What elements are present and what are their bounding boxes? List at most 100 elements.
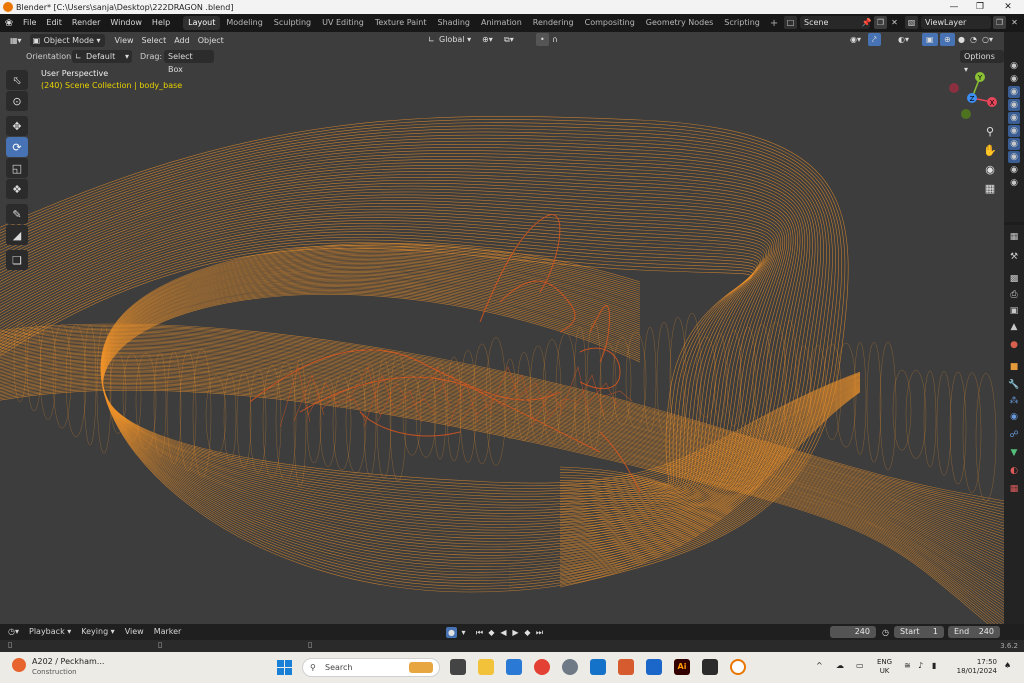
scene-selector-icon[interactable]: □ <box>784 16 797 29</box>
menu-file[interactable]: File <box>18 14 41 32</box>
tab-geometry-nodes[interactable]: Geometry Nodes <box>641 16 718 30</box>
play-icon[interactable]: ▶ <box>510 627 521 638</box>
menu-keying[interactable]: Keying ▾ <box>76 624 119 640</box>
tab-layout[interactable]: Layout <box>183 16 221 30</box>
navigation-gizmo[interactable]: Y X Z <box>944 68 1004 128</box>
camera-visibility-icon[interactable]: ◉ <box>1008 177 1020 189</box>
editor-type-icon[interactable]: ▦▾ <box>6 34 26 47</box>
viewlayer-name-field[interactable]: ViewLayer <box>921 16 991 29</box>
minimize-icon[interactable]: — <box>940 0 968 14</box>
current-frame-field[interactable]: 240 <box>830 626 876 638</box>
settings-gear-icon[interactable] <box>562 659 578 675</box>
illustrator-icon[interactable]: Ai <box>674 659 690 675</box>
visibility-icon[interactable]: ◉▾ <box>846 33 865 46</box>
chevron-up-icon[interactable]: ^ <box>816 661 823 670</box>
constraints-properties-icon[interactable]: ☍ <box>1008 429 1020 441</box>
menu-view[interactable]: View <box>111 34 138 47</box>
transform-orientation-dropdown[interactable]: ∟ Global ▾ <box>426 33 475 46</box>
tool-settings-icon[interactable]: ⚒ <box>1008 251 1020 263</box>
notes-icon[interactable] <box>702 659 718 675</box>
store-icon[interactable] <box>506 659 522 675</box>
tab-shading[interactable]: Shading <box>432 16 475 30</box>
neg-y-axis-icon[interactable] <box>961 109 971 119</box>
clock-icon[interactable]: ◷ <box>880 627 891 638</box>
object-properties-icon[interactable]: ■ <box>1008 361 1020 373</box>
delete-viewlayer-icon[interactable]: ✕ <box>1008 16 1021 29</box>
menu-add[interactable]: Add <box>170 34 194 47</box>
mail-icon[interactable] <box>646 659 662 675</box>
menu-edit[interactable]: Edit <box>41 14 67 32</box>
outlook-icon[interactable] <box>590 659 606 675</box>
view-layer-properties-icon[interactable]: ▣ <box>1008 305 1020 317</box>
auto-keying-icon[interactable]: ● <box>446 627 457 638</box>
overlay-toggle-icon[interactable]: ◐▾ <box>894 33 913 46</box>
menu-marker[interactable]: Marker <box>149 624 187 640</box>
file-explorer-icon[interactable] <box>478 659 494 675</box>
blender-menu-icon[interactable]: ❀ <box>0 18 18 29</box>
data-properties-icon[interactable]: ▼ <box>1008 447 1020 459</box>
scene-properties-icon[interactable]: ▲ <box>1008 321 1020 333</box>
mode-dropdown[interactable]: ▣ Object Mode ▾ <box>29 33 105 47</box>
move-icon[interactable]: ✥ <box>6 116 28 136</box>
add-workspace-button[interactable]: + <box>766 18 782 29</box>
camera-visibility-icon[interactable]: ◉ <box>1008 60 1020 72</box>
pin-icon[interactable]: 📌 <box>860 16 873 29</box>
jump-end-icon[interactable]: ⏭ <box>534 627 545 638</box>
tab-texture-paint[interactable]: Texture Paint <box>370 16 432 30</box>
camera-icon[interactable]: ◉ <box>981 160 999 178</box>
drag-dropdown[interactable]: Select Box <box>164 50 214 74</box>
rendered-shading-icon[interactable]: ○▾ <box>978 33 997 46</box>
orientation-dropdown[interactable]: ∟ Default ▾ <box>72 50 132 63</box>
task-view-icon[interactable] <box>450 659 466 675</box>
camera-visibility-icon[interactable]: ◉ <box>1008 151 1020 163</box>
annotate-icon[interactable]: ✎ <box>6 204 28 224</box>
proportional-edit-icon[interactable]: • <box>536 33 549 46</box>
cursor-icon[interactable]: ⊙ <box>6 91 28 111</box>
snap-icon[interactable]: ⧉▾ <box>500 33 518 46</box>
jump-start-icon[interactable]: ⏮ <box>474 627 485 638</box>
camera-visibility-icon[interactable]: ◉ <box>1008 138 1020 150</box>
menu-render[interactable]: Render <box>67 14 105 32</box>
next-keyframe-icon[interactable]: ◆ <box>522 627 533 638</box>
blender-taskbar-icon[interactable] <box>730 659 746 675</box>
material-properties-icon[interactable]: ◐ <box>1008 465 1020 477</box>
output-properties-icon[interactable]: ⎙ <box>1008 289 1020 301</box>
close-icon[interactable]: ✕ <box>994 0 1022 14</box>
transform-icon[interactable]: ❖ <box>6 179 28 199</box>
menu-playback[interactable]: Playback ▾ <box>24 624 76 640</box>
add-cube-icon[interactable]: ❏ <box>6 250 28 270</box>
battery-icon[interactable]: ▮ <box>932 661 936 670</box>
particles-properties-icon[interactable]: ⁂ <box>1008 395 1020 407</box>
menu-timeline-view[interactable]: View <box>120 624 149 640</box>
pan-hand-icon[interactable]: ✋ <box>981 141 999 159</box>
rotate-icon[interactable]: ⟳ <box>6 137 28 157</box>
language-indicator[interactable]: ENG UK <box>877 658 892 676</box>
tab-rendering[interactable]: Rendering <box>528 16 579 30</box>
keying-set-icon[interactable]: ▾ <box>458 627 469 638</box>
render-properties-icon[interactable]: ▩ <box>1008 273 1020 285</box>
notification-bell-icon[interactable]: ♠ <box>1004 661 1011 670</box>
wireframe-mesh[interactable] <box>0 32 1004 624</box>
prev-keyframe-icon[interactable]: ◆ <box>486 627 497 638</box>
taskbar-search-input[interactable]: ⚲ Search <box>302 658 440 677</box>
camera-visibility-icon[interactable]: ◉ <box>1008 99 1020 111</box>
menu-window[interactable]: Window <box>105 14 147 32</box>
menu-help[interactable]: Help <box>147 14 175 32</box>
menu-select[interactable]: Select <box>138 34 171 47</box>
end-frame-field[interactable]: End 240 <box>948 626 1000 638</box>
camera-visibility-icon[interactable]: ◉ <box>1008 164 1020 176</box>
3d-viewport[interactable]: ▦▾ ▣ Object Mode ▾ View Select Add Objec… <box>0 32 1004 624</box>
tab-compositing[interactable]: Compositing <box>580 16 640 30</box>
app-icon[interactable] <box>618 659 634 675</box>
options-dropdown[interactable]: Options ▾ <box>960 50 1004 74</box>
physics-properties-icon[interactable]: ◉ <box>1008 411 1020 423</box>
new-scene-icon[interactable]: ❐ <box>874 16 887 29</box>
tool-properties-icon[interactable]: ▦ <box>1008 231 1020 243</box>
camera-visibility-icon[interactable]: ◉ <box>1008 73 1020 85</box>
camera-visibility-icon[interactable]: ◉ <box>1008 125 1020 137</box>
viewlayer-selector-icon[interactable]: ▧ <box>905 16 918 29</box>
zoom-icon[interactable]: ⚲ <box>981 122 999 140</box>
tab-uv-editing[interactable]: UV Editing <box>317 16 369 30</box>
windows-start-icon[interactable] <box>277 660 292 675</box>
wifi-icon[interactable]: ≊ <box>904 661 911 670</box>
